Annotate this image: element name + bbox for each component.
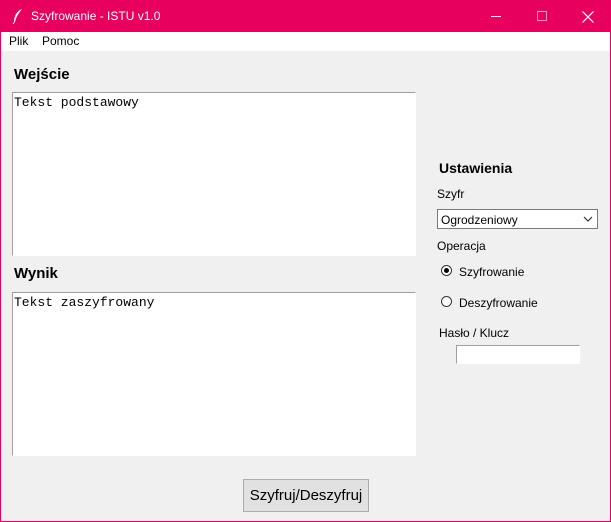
operation-label: Operacja [437,239,486,253]
menu-pomoc[interactable]: Pomoc [42,34,79,48]
radio-encrypt-label[interactable]: Szyfrowanie [459,265,524,279]
close-button[interactable] [565,1,611,32]
window-title: Szyfrowanie - ISTU v1.0 [31,9,161,23]
minimize-button[interactable] [473,1,519,32]
key-input[interactable] [456,345,580,364]
input-heading: Wejście [14,66,70,83]
radio-decrypt-label[interactable]: Deszyfrowanie [459,296,538,310]
title-bar[interactable]: Szyfrowanie - ISTU v1.0 [1,1,610,32]
cipher-label: Szyfr [437,187,465,201]
feather-icon [12,9,22,24]
app-window: Szyfrowanie - ISTU v1.0 Plik Pomoc Wejśc… [0,0,611,522]
radio-decrypt[interactable] [441,296,452,307]
settings-heading: Ustawienia [439,160,513,176]
maximize-icon [536,11,547,21]
encrypt-decrypt-button[interactable]: Szyfruj/Deszyfruj [243,479,369,512]
cipher-select[interactable]: Ogrodzeniowy [437,209,598,229]
maximize-button [519,1,565,32]
output-heading: Wynik [14,265,58,282]
output-textarea[interactable]: Tekst zaszyfrowany [12,292,416,456]
radio-selected-dot [444,268,449,273]
menu-bar: Plik Pomoc [1,32,610,51]
minimize-icon [490,16,501,17]
cipher-select-value: Ogrodzeniowy [441,213,518,227]
key-label: Hasło / Klucz [439,326,510,340]
input-textarea[interactable]: Tekst podstawowy [12,92,416,256]
radio-encrypt[interactable] [441,265,452,276]
close-icon [582,10,594,23]
chevron-down-icon [583,216,593,222]
menu-plik[interactable]: Plik [9,34,28,48]
